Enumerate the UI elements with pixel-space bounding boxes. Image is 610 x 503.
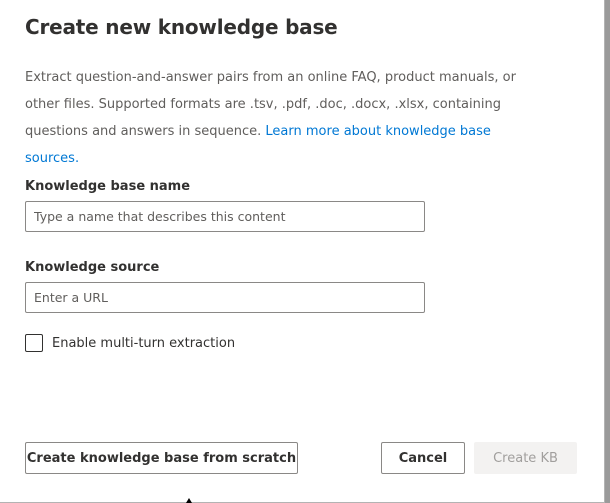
kb-source-url-input[interactable]: [25, 282, 425, 313]
kb-name-label: Knowledge base name: [25, 179, 191, 194]
kb-name-input[interactable]: [25, 201, 425, 232]
mouse-cursor-icon: [186, 498, 192, 503]
cancel-button[interactable]: Cancel: [381, 442, 465, 474]
multi-turn-checkbox-row[interactable]: Enable multi-turn extraction: [25, 334, 235, 352]
modal-backdrop-edge: [605, 0, 610, 503]
dialog-title: Create new knowledge base: [25, 15, 338, 39]
create-kb-button[interactable]: Create KB: [474, 442, 577, 474]
multi-turn-checkbox-label: Enable multi-turn extraction: [52, 335, 236, 351]
kb-source-label: Knowledge source: [25, 260, 160, 275]
create-from-scratch-button[interactable]: Create knowledge base from scratch: [25, 442, 298, 474]
create-kb-dialog: Create new knowledge base Extract questi…: [0, 0, 605, 503]
multi-turn-checkbox[interactable]: [25, 334, 43, 352]
dialog-description: Extract question-and-answer pairs from a…: [25, 64, 545, 172]
